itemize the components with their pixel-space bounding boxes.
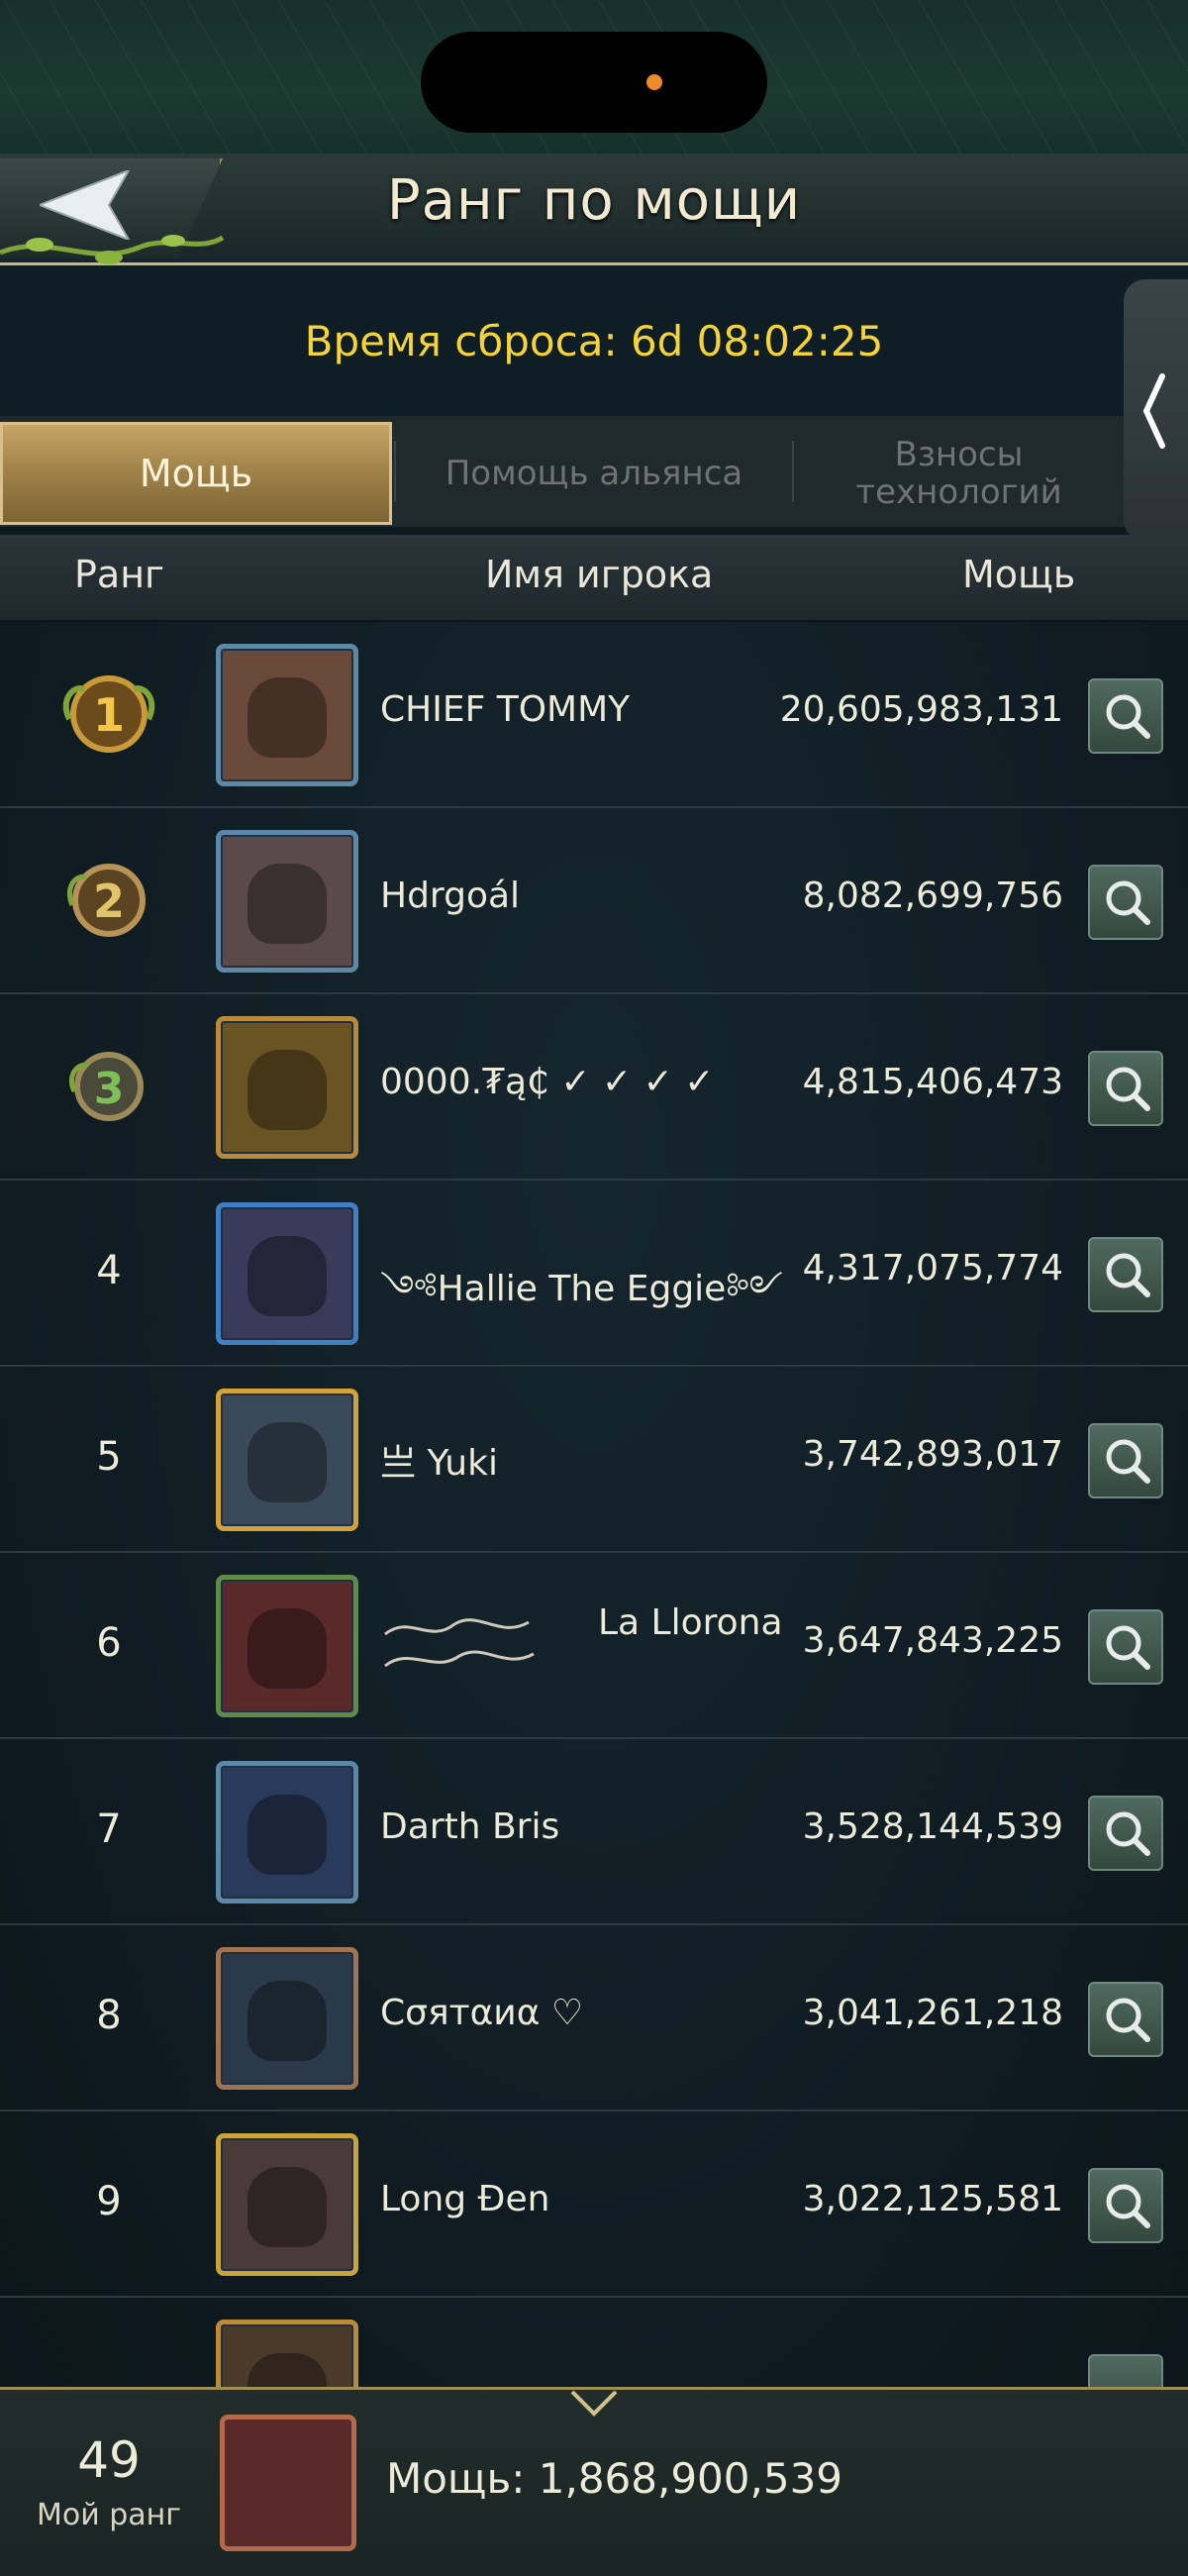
tab-power[interactable]: Мощь xyxy=(0,422,392,525)
my-rank-number: 49 xyxy=(77,2431,141,2489)
chevron-down-icon[interactable] xyxy=(569,2389,619,2417)
rank-number: 6 xyxy=(96,1620,122,1666)
inspect-button[interactable] xyxy=(1088,1237,1163,1312)
svg-text:3: 3 xyxy=(94,1064,125,1114)
tab-alliance-help[interactable]: Помощь альянса xyxy=(396,422,792,525)
inspect-button[interactable] xyxy=(1088,2354,1163,2387)
avatar[interactable] xyxy=(216,1202,358,1345)
my-avatar[interactable] xyxy=(220,2415,356,2551)
inspect-button[interactable] xyxy=(1088,1796,1163,1871)
player-power: 3,041,261,218 xyxy=(802,1993,1063,2033)
avatar[interactable] xyxy=(216,644,358,786)
table-row[interactable]: 7 Darth Bris 3,528,144,539 xyxy=(0,1739,1188,1925)
search-icon xyxy=(1106,1253,1150,1297)
player-power: 20,605,983,131 xyxy=(779,689,1063,730)
tab-tech-contributions[interactable]: Взносы технологий xyxy=(794,422,1124,525)
player-power: 3,022,125,581 xyxy=(802,2179,1063,2219)
player-name: La Llorona xyxy=(598,1602,783,1643)
inspect-button[interactable] xyxy=(1088,1423,1163,1498)
avatar[interactable] xyxy=(216,1389,358,1531)
avatar[interactable] xyxy=(216,1947,358,2090)
rank-number: 8 xyxy=(96,1993,122,2038)
table-row[interactable]: 5 亗 Yuki 3,742,893,017 xyxy=(0,1367,1188,1553)
inspect-button[interactable] xyxy=(1088,1051,1163,1126)
camera-cutout xyxy=(421,32,767,133)
player-name: 0000.₮ą₵ ✓ ✓ ✓ ✓ xyxy=(380,1062,715,1102)
rank-number: 5 xyxy=(96,1434,122,1480)
svg-text:2: 2 xyxy=(93,875,125,928)
table-row[interactable]: 9 Long Đen 3,022,125,581 xyxy=(0,2112,1188,2298)
search-icon xyxy=(1106,1998,1150,2042)
search-icon xyxy=(1106,1439,1150,1484)
inspect-button[interactable] xyxy=(1088,2168,1163,2243)
table-row[interactable]: 6 La Llorona 3,647,843,225 xyxy=(0,1553,1188,1739)
search-icon xyxy=(1106,1067,1150,1111)
player-name: Darth Bris xyxy=(380,1806,560,1847)
inspect-button[interactable] xyxy=(1088,865,1163,940)
rank-number: 4 xyxy=(96,1248,122,1293)
player-name: Cσятαиα ♡ xyxy=(380,1993,584,2033)
player-name: ༺Hallie The Eggie༻ xyxy=(380,1269,783,1309)
column-rank: Ранг xyxy=(74,553,165,596)
rank-2-medal-icon: 2 xyxy=(66,864,146,937)
inspect-button[interactable] xyxy=(1088,1609,1163,1685)
player-power: 4,317,075,774 xyxy=(802,1248,1063,1288)
search-icon xyxy=(1106,2184,1150,2228)
player-name: Hdrgoál xyxy=(380,876,521,916)
table-row-partial[interactable] xyxy=(0,2298,1188,2387)
page-title: Ранг по мощи xyxy=(386,168,802,233)
search-icon xyxy=(1106,880,1150,925)
reset-timer: Время сброса: 6d 08:02:25 xyxy=(304,317,884,365)
avatar[interactable] xyxy=(216,2319,358,2387)
calligraphy-signature-icon xyxy=(384,1618,535,1668)
search-icon xyxy=(1106,1811,1150,1856)
player-name: 亗 Yuki xyxy=(380,1443,498,1484)
table-row[interactable]: 1 CHIEF TOMMY 20,605,983,131 xyxy=(0,622,1188,808)
avatar[interactable] xyxy=(216,1016,358,1159)
rank-number: 7 xyxy=(96,1806,122,1852)
search-icon xyxy=(1106,694,1150,739)
table-row[interactable]: 8 Cσятαиα ♡ 3,041,261,218 xyxy=(0,1925,1188,2112)
ranking-list[interactable]: 1 CHIEF TOMMY 20,605,983,131 2 Hdrgoál 8… xyxy=(0,622,1188,2387)
player-power: 4,815,406,473 xyxy=(802,1062,1063,1102)
avatar[interactable] xyxy=(216,1575,358,1717)
avatar[interactable] xyxy=(216,830,358,973)
avatar[interactable] xyxy=(216,2133,358,2276)
camera-indicator-icon xyxy=(646,74,662,90)
rank-3-medal-icon: 3 xyxy=(68,1052,144,1121)
table-row[interactable]: 3 0000.₮ą₵ ✓ ✓ ✓ ✓ 4,815,406,473 xyxy=(0,994,1188,1181)
table-row[interactable]: 2 Hdrgoál 8,082,699,756 xyxy=(0,808,1188,994)
avatar[interactable] xyxy=(216,1761,358,1904)
rank-1-medal-icon: 1 xyxy=(62,675,155,753)
svg-text:1: 1 xyxy=(93,688,125,742)
player-power: 8,082,699,756 xyxy=(802,876,1063,916)
search-icon xyxy=(1106,1625,1150,1670)
player-power: 3,647,843,225 xyxy=(802,1620,1063,1661)
player-power: 3,528,144,539 xyxy=(802,1806,1063,1847)
column-power: Мощь xyxy=(962,553,1076,596)
rank-number: 9 xyxy=(96,2179,122,2224)
table-row[interactable]: 4 ༺Hallie The Eggie༻ 4,317,075,774 xyxy=(0,1181,1188,1367)
chevron-left-icon xyxy=(1142,373,1165,449)
player-name: Long Đen xyxy=(380,2179,550,2219)
inspect-button[interactable] xyxy=(1088,678,1163,754)
my-rank-label: Мой ранг xyxy=(36,2498,182,2532)
inspect-button[interactable] xyxy=(1088,1982,1163,2057)
player-name: CHIEF TOMMY xyxy=(380,689,631,730)
column-player-name: Имя игрока xyxy=(485,553,714,596)
my-power: Мощь: 1,868,900,539 xyxy=(386,2454,843,2503)
player-power: 3,742,893,017 xyxy=(802,1434,1063,1475)
